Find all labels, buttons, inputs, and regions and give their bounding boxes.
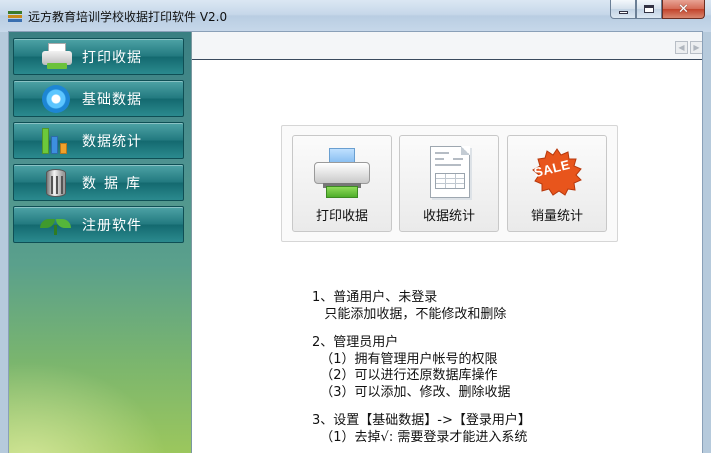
title-bar[interactable]: 远方教育培训学校收据打印软件 V2.0 ✕ <box>0 0 711 32</box>
sidebar-item-register[interactable]: 注册软件 <box>13 206 184 243</box>
window-controls: ✕ <box>610 0 705 19</box>
app-icon <box>8 11 22 23</box>
close-button[interactable]: ✕ <box>662 0 705 19</box>
note-line: （1）去掉√: 需要登录才能进入系统 <box>312 429 528 445</box>
sidebar-item-print-receipt[interactable]: 打印收据 <box>13 38 184 75</box>
minimize-icon <box>618 10 628 14</box>
sidebar-item-label: 注册软件 <box>82 217 142 234</box>
gear-icon <box>36 83 76 115</box>
sidebar-item-label: 基础数据 <box>82 91 142 108</box>
sidebar-item-label: 打印收据 <box>82 49 142 66</box>
note-line: （3）可以添加、修改、删除收据 <box>312 384 511 400</box>
note-line: 1、普通用户、未登录 <box>312 290 438 305</box>
print-receipt-card[interactable]: 打印收据 <box>292 135 392 232</box>
sidebar-item-basic-data[interactable]: 基础数据 <box>13 80 184 117</box>
close-icon: ✕ <box>678 1 689 17</box>
database-icon <box>36 167 76 199</box>
window-title: 远方教育培训学校收据打印软件 V2.0 <box>28 10 228 24</box>
printer-icon <box>36 41 76 73</box>
sales-statistics-card[interactable]: SALE 销量统计 <box>507 135 607 232</box>
card-label: 打印收据 <box>315 209 368 224</box>
sidebar-item-label: 数据统计 <box>82 133 142 150</box>
scroll-left-button[interactable]: ◀ <box>675 41 688 54</box>
sidebar-item-label: 数据库 <box>82 175 148 192</box>
sprout-icon <box>36 209 76 241</box>
sale-badge-icon: SALE <box>526 146 588 200</box>
instructions-text: 1、普通用户、未登录 只能添加收据，不能修改和删除 2、管理员用户 （1）拥有管… <box>312 290 692 446</box>
minimize-button[interactable] <box>610 0 636 19</box>
sidebar-item-database[interactable]: 数据库 <box>13 164 184 201</box>
note-line: （1）拥有管理用户帐号的权限 <box>312 351 498 367</box>
main-panel: ◀ ▶ 打印收据 收据统计 SALE 销量统计 1、普通用户、未登录 只能添加收… <box>192 32 702 453</box>
maximize-button[interactable] <box>636 0 662 19</box>
tab-scroll-arrows: ◀ ▶ <box>675 41 702 54</box>
bar-chart-icon <box>36 125 76 157</box>
sidebar-item-statistics[interactable]: 数据统计 <box>13 122 184 159</box>
note-line: 2、管理员用户 <box>312 335 399 350</box>
client-area: 打印收据 基础数据 数据统计 数据库 注册软件 ◀ ▶ 打印收据 收据统计 SA… <box>8 31 703 453</box>
receipt-statistics-card[interactable]: 收据统计 <box>399 135 499 232</box>
quick-actions-panel: 打印收据 收据统计 SALE 销量统计 <box>281 125 618 242</box>
maximize-icon <box>644 5 654 13</box>
app-window: 远方教育培训学校收据打印软件 V2.0 ✕ 打印收据 基础数据 数据统计 数据库… <box>0 0 711 453</box>
document-icon <box>418 146 480 200</box>
note-line: 3、设置【基础数据】->【登录用户】 <box>312 413 531 428</box>
card-label: 收据统计 <box>422 209 475 224</box>
note-line: （2）可以进行还原数据库操作 <box>312 368 498 383</box>
tab-strip: ◀ ▶ <box>192 32 702 60</box>
printer-icon <box>311 146 373 200</box>
card-label: 销量统计 <box>530 209 583 224</box>
scroll-right-button[interactable]: ▶ <box>690 41 702 54</box>
note-line: 只能添加收据，不能修改和删除 <box>312 306 507 322</box>
sidebar: 打印收据 基础数据 数据统计 数据库 注册软件 <box>9 32 192 453</box>
